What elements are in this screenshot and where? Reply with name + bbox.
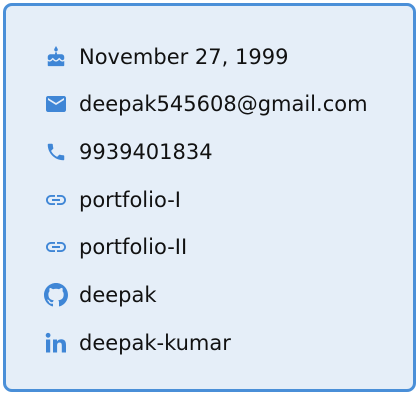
contact-info-card: November 27, 1999 deepak545608@gmail.com…	[3, 3, 416, 392]
portfolio-1-row[interactable]: portfolio-I	[43, 182, 181, 218]
phone-icon	[43, 139, 69, 165]
link-icon	[43, 234, 69, 260]
portfolio-1-link[interactable]: portfolio-I	[79, 188, 181, 212]
birthday-text: November 27, 1999	[79, 45, 289, 69]
link-icon	[43, 187, 69, 213]
github-icon	[43, 282, 69, 308]
phone-number[interactable]: 9939401834	[79, 140, 213, 164]
email-link[interactable]: deepak545608@gmail.com	[79, 92, 368, 116]
github-username[interactable]: deepak	[79, 283, 157, 307]
github-row[interactable]: deepak	[43, 277, 157, 313]
birthday-row: November 27, 1999	[43, 39, 288, 75]
portfolio-2-row[interactable]: portfolio-II	[43, 229, 187, 265]
email-icon	[43, 91, 69, 117]
email-row[interactable]: deepak545608@gmail.com	[43, 86, 368, 122]
linkedin-row[interactable]: deepak-kumar	[43, 325, 231, 361]
linkedin-username[interactable]: deepak-kumar	[79, 331, 231, 355]
portfolio-2-link[interactable]: portfolio-II	[79, 235, 187, 259]
cake-icon	[43, 44, 69, 70]
phone-row[interactable]: 9939401834	[43, 134, 213, 170]
linkedin-icon	[43, 330, 69, 356]
